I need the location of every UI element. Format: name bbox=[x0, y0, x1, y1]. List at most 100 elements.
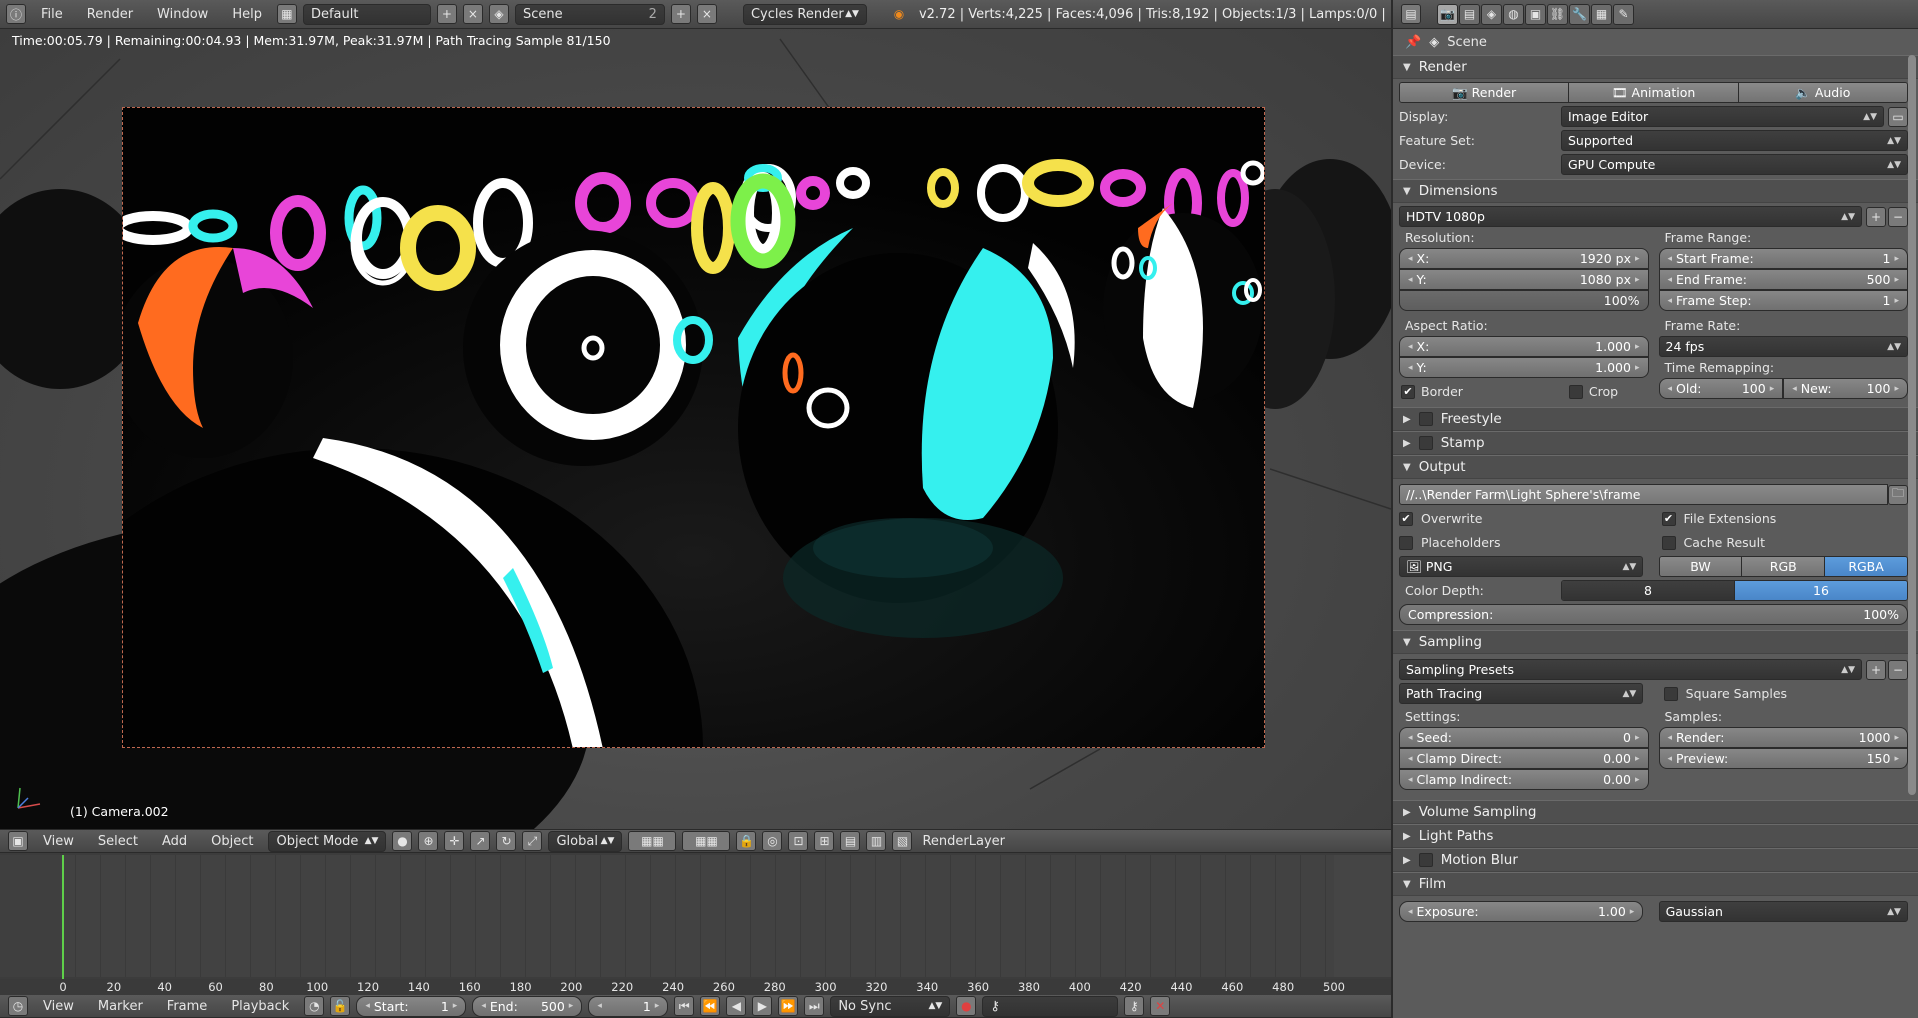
record-icon[interactable]: ● bbox=[956, 996, 977, 1016]
object-tab-icon[interactable]: ▣ bbox=[1525, 3, 1546, 25]
overwrite-checkbox[interactable]: ✔ bbox=[1399, 511, 1413, 526]
transform-orientation-select[interactable]: Global ▲▼ bbox=[548, 830, 623, 852]
menu-view[interactable]: View bbox=[34, 834, 83, 849]
insert-keyframe-icon[interactable]: ⚷ bbox=[1124, 996, 1145, 1016]
clamp-indirect-field[interactable]: Clamp Indirect: 0.00 bbox=[1399, 769, 1649, 790]
audio-button[interactable]: 🔈 Audio bbox=[1738, 83, 1907, 102]
translate-icon[interactable]: ↗ bbox=[470, 831, 491, 851]
menu-select[interactable]: Select bbox=[89, 834, 147, 849]
properties-editor[interactable]: ▤ 📷 ▤ ◈ ◍ ▣ ⛓ 🔧 ▦ ✎ 📌 ◈ Scene ▼ Render 📷 … bbox=[1391, 0, 1918, 1018]
constraints-tab-icon[interactable]: ⛓ bbox=[1547, 3, 1568, 25]
3d-viewport[interactable]: Time:00:05.79 | Remaining:00:04.93 | Mem… bbox=[0, 29, 1391, 829]
start-frame-field[interactable]: Start: 1 bbox=[356, 995, 467, 1017]
remap-old-field[interactable]: Old: 100 bbox=[1658, 378, 1784, 399]
sync-mode-select[interactable]: No Sync ▲▼ bbox=[830, 995, 951, 1017]
menu-file[interactable]: File bbox=[32, 7, 72, 22]
cache-result-checkbox[interactable] bbox=[1661, 535, 1676, 550]
add-preset-icon[interactable]: + bbox=[1866, 206, 1886, 227]
play-reverse-icon[interactable]: ◀ bbox=[726, 996, 747, 1016]
physics-tab-icon[interactable]: ✎ bbox=[1613, 3, 1634, 25]
world-tab-icon[interactable]: ◍ bbox=[1503, 3, 1524, 25]
device-select[interactable]: GPU Compute ▲▼ bbox=[1561, 154, 1908, 175]
pivot-point-icon[interactable]: ⊕ bbox=[418, 831, 439, 851]
layout-icon[interactable]: ▦ bbox=[276, 4, 297, 24]
clamp-direct-field[interactable]: Clamp Direct: 0.00 bbox=[1399, 748, 1649, 769]
scale-icon[interactable]: ⤢ bbox=[522, 831, 543, 851]
exposure-field[interactable]: Exposure: 1.00 bbox=[1399, 901, 1644, 922]
play-icon[interactable]: ▶ bbox=[752, 996, 773, 1016]
render-preset-select[interactable]: HDTV 1080p ▲▼ bbox=[1399, 206, 1862, 227]
start-frame-prop-field[interactable]: Start Frame: 1 bbox=[1658, 248, 1908, 269]
editor-type-icon[interactable]: ▣ bbox=[8, 831, 28, 851]
playhead[interactable] bbox=[62, 855, 64, 979]
remap-new-field[interactable]: New: 100 bbox=[1783, 378, 1908, 399]
menu-playback[interactable]: Playback bbox=[222, 999, 298, 1014]
display-select[interactable]: Image Editor ▲▼ bbox=[1561, 106, 1884, 127]
freestyle-checkbox[interactable] bbox=[1418, 412, 1433, 426]
lock-layers-icon[interactable]: 🔒 bbox=[736, 831, 757, 851]
filter-type-select[interactable]: Gaussian ▲▼ bbox=[1658, 901, 1908, 922]
render-layer-label[interactable]: RenderLayer bbox=[918, 834, 1005, 849]
menu-frame[interactable]: Frame bbox=[158, 999, 217, 1014]
timeline-editor-icon[interactable]: ◷ bbox=[8, 996, 28, 1016]
featureset-select[interactable]: Supported ▲▼ bbox=[1561, 130, 1908, 151]
pin-icon[interactable]: 📌 bbox=[1405, 35, 1421, 50]
panel-volume-sampling-header[interactable]: ▶ Volume Sampling bbox=[1393, 800, 1918, 824]
remove-preset-icon[interactable]: − bbox=[1888, 206, 1908, 227]
menu-help[interactable]: Help bbox=[223, 7, 271, 22]
render-samples-field[interactable]: Render: 1000 bbox=[1658, 727, 1908, 748]
jump-end-icon[interactable]: ⏭ bbox=[804, 996, 825, 1016]
render-layer-icon[interactable]: ▧ bbox=[892, 831, 913, 851]
add-scene-icon[interactable]: + bbox=[670, 4, 691, 24]
color-mode-bw[interactable]: BW bbox=[1659, 557, 1743, 576]
remove-sampling-preset-icon[interactable]: − bbox=[1888, 659, 1908, 680]
add-layout-icon[interactable]: + bbox=[436, 4, 457, 24]
render-layers-tab-icon[interactable]: ▤ bbox=[1459, 3, 1480, 25]
properties-editor-icon[interactable]: ▤ bbox=[1401, 4, 1421, 24]
output-path-field[interactable]: //..\Render Farm\Light Sphere's\frame bbox=[1399, 484, 1888, 505]
color-depth-8[interactable]: 8 bbox=[1562, 581, 1735, 600]
snap-target-icon[interactable]: ⊞ bbox=[814, 831, 835, 851]
render-tab-icon[interactable]: 📷 bbox=[1437, 3, 1458, 25]
object-mode-select[interactable]: Object Mode ▲▼ bbox=[268, 830, 387, 852]
color-depth-16[interactable]: 16 bbox=[1735, 581, 1907, 600]
panel-freestyle-header[interactable]: ▶ Freestyle bbox=[1393, 407, 1918, 431]
lock-range-icon[interactable]: 🔓 bbox=[330, 996, 351, 1016]
sampling-presets-select[interactable]: Sampling Presets ▲▼ bbox=[1399, 659, 1862, 680]
panel-light-paths-header[interactable]: ▶ Light Paths bbox=[1393, 824, 1918, 848]
add-sampling-preset-icon[interactable]: + bbox=[1866, 659, 1886, 680]
panel-dimensions-header[interactable]: ▼ Dimensions bbox=[1393, 179, 1918, 203]
viewport-shading-icon[interactable]: ● bbox=[392, 831, 413, 851]
frame-ruler[interactable]: 0 20 40 60 80 100 120 140 160 180 200 220 240 260 280 3… bbox=[0, 979, 1391, 995]
resolution-y-field[interactable]: Y: 1080 px bbox=[1399, 269, 1649, 290]
end-frame-prop-field[interactable]: End Frame: 500 bbox=[1658, 269, 1908, 290]
timeline-area[interactable] bbox=[0, 855, 1391, 977]
scene-tab-icon[interactable]: ◈ bbox=[1481, 3, 1502, 25]
stamp-checkbox[interactable] bbox=[1418, 436, 1433, 450]
preview-range-icon[interactable]: ◔ bbox=[304, 996, 325, 1016]
motion-blur-checkbox[interactable] bbox=[1418, 853, 1433, 867]
delete-keyframe-icon[interactable]: ✕ bbox=[1150, 996, 1171, 1016]
scene-field[interactable]: Scene 2 bbox=[514, 3, 665, 25]
lock-interface-icon[interactable]: ▭ bbox=[1888, 106, 1908, 127]
integrator-select[interactable]: Path Tracing ▲▼ bbox=[1399, 683, 1644, 704]
menu-marker[interactable]: Marker bbox=[89, 999, 152, 1014]
animation-button[interactable]: 🎞 Animation bbox=[1569, 83, 1739, 102]
menu-object[interactable]: Object bbox=[202, 834, 262, 849]
color-mode-rgba[interactable]: RGBA bbox=[1825, 557, 1907, 576]
render-image-icon[interactable]: ▤ bbox=[840, 831, 861, 851]
render-engine-select[interactable]: Cycles Render ▲▼ bbox=[742, 3, 867, 25]
panel-film-header[interactable]: ▼ Film bbox=[1393, 872, 1918, 896]
properties-scrollbar[interactable] bbox=[1908, 55, 1916, 795]
border-checkbox[interactable]: ✔ bbox=[1401, 384, 1415, 399]
render-button[interactable]: 📷 Render bbox=[1400, 83, 1570, 102]
panel-sampling-header[interactable]: ▼ Sampling bbox=[1393, 630, 1918, 654]
panel-stamp-header[interactable]: ▶ Stamp bbox=[1393, 431, 1918, 455]
layers-grid-2-icon[interactable]: ▦▦ bbox=[682, 831, 731, 851]
color-mode-rgb[interactable]: RGB bbox=[1742, 557, 1826, 576]
menu-add[interactable]: Add bbox=[153, 834, 196, 849]
modifiers-tab-icon[interactable]: 🔧 bbox=[1569, 3, 1590, 25]
info-editor-icon[interactable]: ⓘ bbox=[6, 4, 26, 24]
jump-keyframe-forward-icon[interactable]: ⏩ bbox=[778, 996, 799, 1016]
layers-grid-icon[interactable]: ▦▦ bbox=[628, 831, 677, 851]
